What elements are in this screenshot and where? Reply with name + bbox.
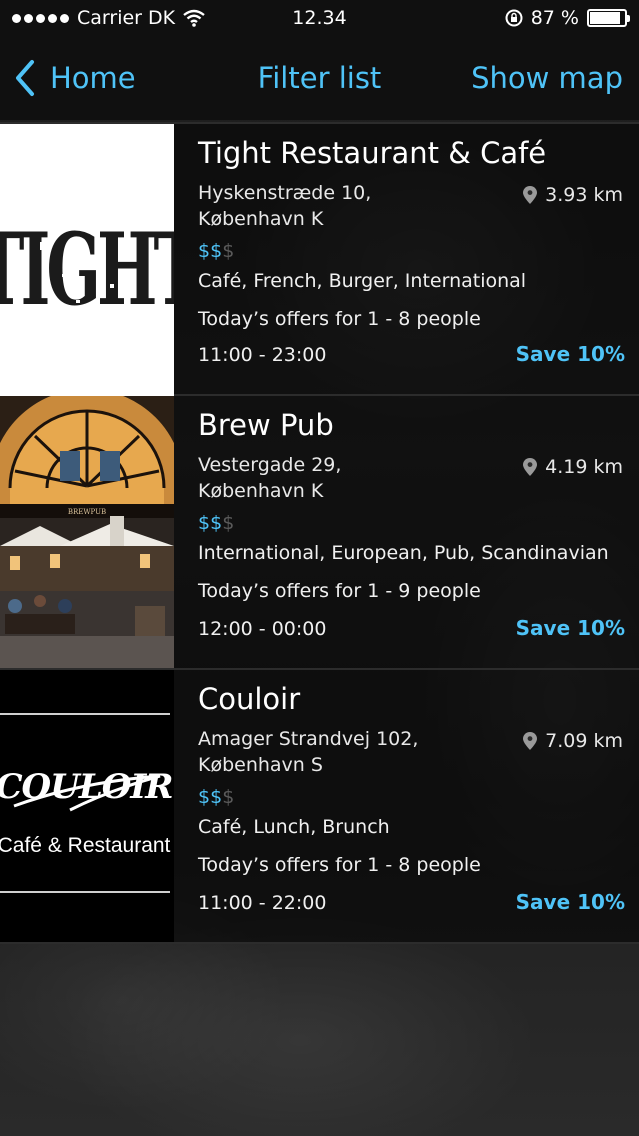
price-active: $$ xyxy=(198,512,223,534)
distance-value: 7.09 km xyxy=(545,730,623,752)
status-bar: Carrier DK 12.34 87 % xyxy=(0,0,639,36)
tight-logo-image: TIGHT xyxy=(0,124,174,396)
signal-dots-icon xyxy=(12,13,69,23)
price-level: $$$ xyxy=(198,238,625,264)
couloir-logo-image: COULOIR Café & Restaurant xyxy=(0,670,174,942)
nav-bar: Home Filter list Show map xyxy=(0,36,639,120)
location-pin-icon xyxy=(523,186,538,204)
price-active: $$ xyxy=(198,240,223,262)
status-left: Carrier DK xyxy=(12,7,205,29)
distance: 4.19 km xyxy=(523,456,623,478)
status-right: 87 % xyxy=(505,7,630,29)
offers-text: Today’s offers for 1 - 8 people xyxy=(198,854,481,876)
restaurant-name: Brew Pub xyxy=(198,408,334,442)
address-line-2: København S xyxy=(198,754,323,776)
location-pin-icon xyxy=(523,732,538,750)
opening-hours: 11:00 - 23:00 xyxy=(198,344,327,366)
couloir-logo: COULOIR Café & Restaurant xyxy=(0,670,174,942)
price-inactive: $ xyxy=(222,512,235,534)
address-line-2: København K xyxy=(198,208,324,230)
cuisine-tags: Café, French, Burger, International xyxy=(198,270,527,292)
price-level: $$$ xyxy=(198,784,625,810)
battery-fill xyxy=(590,12,620,24)
price-active: $$ xyxy=(198,786,223,808)
cuisine-tags: Café, Lunch, Brunch xyxy=(198,816,390,838)
screen: Carrier DK 12.34 87 % Home Filter list S… xyxy=(0,0,639,1136)
address-line-2: København K xyxy=(198,480,324,502)
restaurant-name: Tight Restaurant & Café xyxy=(198,136,547,170)
distance: 7.09 km xyxy=(523,730,623,752)
price-inactive: $ xyxy=(222,786,235,808)
cuisine-tags: International, European, Pub, Scandinavi… xyxy=(198,542,609,564)
opening-hours: 12:00 - 00:00 xyxy=(198,618,327,640)
brew-pub-photo: BREWPUB xyxy=(0,396,174,668)
restaurant-row[interactable]: TIGHT Tight Restaurant & Café Hyskenstræ… xyxy=(0,122,639,396)
distance: 3.93 km xyxy=(523,184,623,206)
opening-hours: 11:00 - 22:00 xyxy=(198,892,327,914)
offers-text: Today’s offers for 1 - 8 people xyxy=(198,308,481,330)
battery-percent: 87 % xyxy=(530,7,579,29)
svg-text:TIGHT: TIGHT xyxy=(0,211,174,327)
discount-badge: Save 10% xyxy=(515,890,625,914)
price-inactive: $ xyxy=(222,240,235,262)
restaurant-row[interactable]: BREWPUB Brew Pub Vestergade 29, Københav… xyxy=(0,396,639,670)
discount-badge: Save 10% xyxy=(515,616,625,640)
couloir-subtitle: Café & Restaurant xyxy=(0,834,171,857)
wifi-icon xyxy=(183,9,205,27)
show-map-button[interactable]: Show map xyxy=(471,61,623,95)
rotation-lock-icon xyxy=(505,9,523,27)
brew-pub-illustration: BREWPUB xyxy=(0,396,174,668)
offers-text: Today’s offers for 1 - 9 people xyxy=(198,580,481,602)
restaurant-row[interactable]: COULOIR Café & Restaurant Couloir Amager… xyxy=(0,670,639,944)
discount-badge: Save 10% xyxy=(515,342,625,366)
restaurant-list: TIGHT Tight Restaurant & Café Hyskenstræ… xyxy=(0,122,639,944)
carrier-label: Carrier DK xyxy=(77,7,176,29)
tight-logo: TIGHT xyxy=(0,211,174,327)
distance-value: 4.19 km xyxy=(545,456,623,478)
location-pin-icon xyxy=(523,458,538,476)
distance-value: 3.93 km xyxy=(545,184,623,206)
battery-icon xyxy=(587,9,630,27)
restaurant-name: Couloir xyxy=(198,682,301,716)
brewpub-sign: BREWPUB xyxy=(68,508,106,516)
price-level: $$$ xyxy=(198,510,625,536)
